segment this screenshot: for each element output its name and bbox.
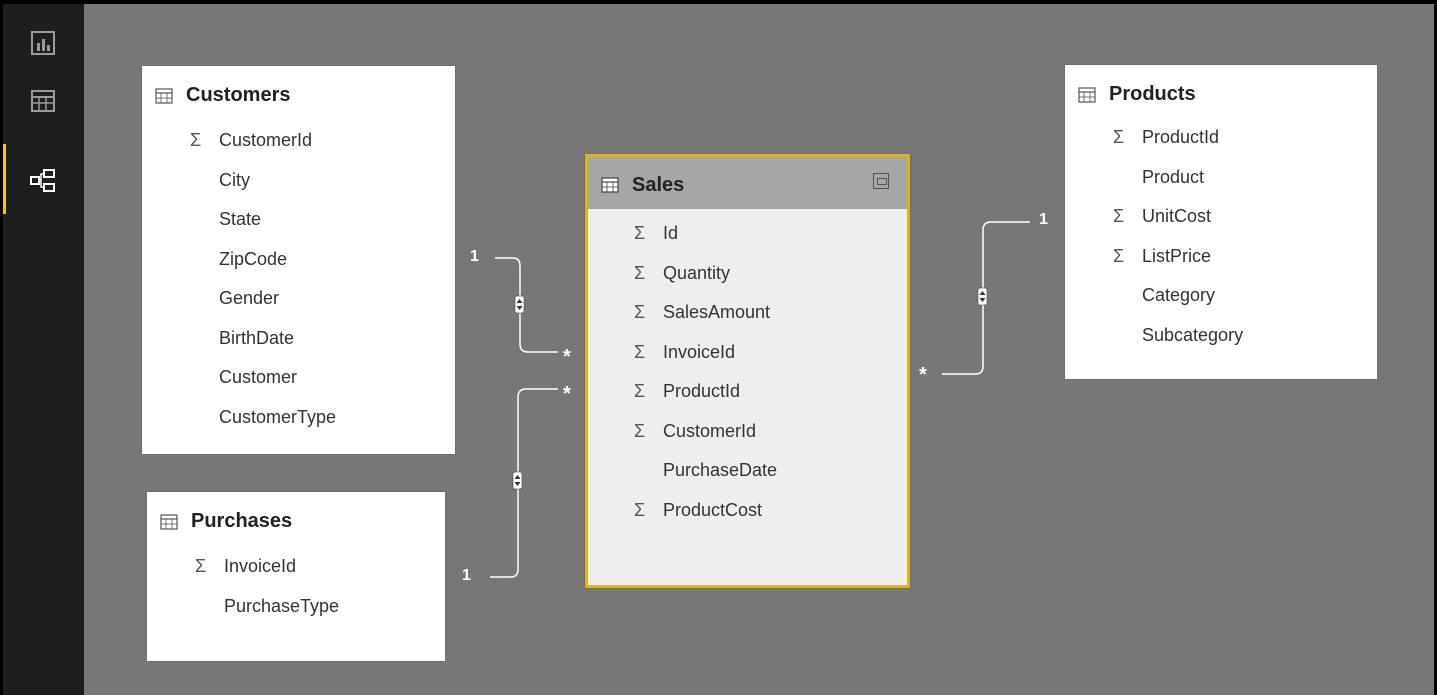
table-header[interactable]: Customers (142, 66, 455, 122)
table-icon (160, 514, 178, 530)
data-view-icon (31, 90, 55, 112)
sigma-icon: Σ (1113, 245, 1125, 266)
table-card-customers[interactable]: Customers Σ CustomerId City State ZipCode Gen… (142, 66, 455, 454)
sigma-icon: Σ (634, 341, 646, 362)
field-category[interactable]: Category (1142, 285, 1215, 306)
field-customerid[interactable]: CustomerId (663, 421, 756, 442)
field-birthdate[interactable]: BirthDate (219, 328, 294, 349)
sigma-icon: Σ (634, 223, 646, 243)
report-view-button[interactable] (3, 14, 84, 72)
field-zipcode[interactable]: ZipCode (219, 249, 287, 270)
table-header[interactable]: Purchases (147, 492, 445, 548)
field-salesamount[interactable]: SalesAmount (663, 302, 770, 323)
field-state[interactable]: State (219, 209, 261, 230)
field-subcategory[interactable]: Subcategory (1142, 325, 1243, 346)
view-sidebar (3, 4, 84, 695)
relationship-many-label: * (563, 346, 571, 368)
field-customertype[interactable]: CustomerType (219, 407, 336, 428)
table-title: Sales (632, 174, 685, 196)
field-customerid[interactable]: CustomerId (219, 130, 312, 151)
table-card-sales[interactable]: Sales Σ Id Σ Quantity Σ SalesAmount Σ InvoiceId… (585, 154, 910, 588)
field-invoiceid[interactable]: InvoiceId (663, 342, 735, 363)
sigma-icon: Σ (634, 381, 646, 401)
relationships-view-icon (30, 169, 55, 192)
sigma-icon: Σ (634, 420, 646, 441)
field-purchasetype[interactable]: PurchaseType (224, 596, 339, 617)
relationship-one-label: 1 (470, 248, 479, 265)
table-icon (601, 177, 619, 193)
maximize-icon[interactable] (873, 173, 889, 189)
field-id[interactable]: Id (663, 223, 678, 244)
field-customer[interactable]: Customer (219, 367, 297, 388)
sigma-icon: Σ (634, 262, 646, 283)
field-productcost[interactable]: ProductCost (663, 500, 762, 521)
relationship-one-label: 1 (1039, 211, 1048, 228)
sigma-icon: Σ (195, 556, 207, 576)
table-header[interactable]: Sales (588, 157, 907, 209)
table-icon (1078, 87, 1096, 103)
sigma-icon: Σ (1113, 206, 1125, 226)
field-product[interactable]: Product (1142, 167, 1204, 188)
field-purchasedate[interactable]: PurchaseDate (663, 460, 777, 481)
field-city[interactable]: City (219, 170, 250, 191)
relationship-many-label: * (563, 383, 571, 405)
field-listprice[interactable]: ListPrice (1142, 246, 1211, 267)
table-title: Products (1109, 83, 1196, 105)
table-icon (155, 88, 173, 104)
relationship-products-sales (942, 221, 1030, 375)
field-productid[interactable]: ProductId (663, 381, 740, 402)
table-title: Purchases (191, 510, 293, 532)
table-card-products[interactable]: Products Σ ProductId Product Σ UnitCost Σ List… (1065, 65, 1377, 379)
field-gender[interactable]: Gender (219, 288, 279, 309)
table-card-purchases[interactable]: Purchases Σ InvoiceId PurchaseType (147, 492, 445, 661)
report-view-icon (31, 31, 55, 55)
relationship-one-label: 1 (462, 567, 471, 584)
relationship-customers-sales (495, 257, 558, 353)
relationship-purchases-sales (490, 388, 558, 578)
field-quantity[interactable]: Quantity (663, 263, 730, 284)
sigma-icon: Σ (634, 302, 646, 322)
relationships-view-button[interactable] (3, 152, 84, 210)
field-unitcost[interactable]: UnitCost (1142, 206, 1211, 227)
field-invoiceid[interactable]: InvoiceId (224, 556, 296, 577)
sigma-icon: Σ (190, 130, 202, 150)
field-productid[interactable]: ProductId (1142, 127, 1219, 148)
table-header[interactable]: Products (1065, 65, 1377, 121)
sigma-icon: Σ (1113, 127, 1125, 147)
relationship-many-label: * (919, 364, 927, 386)
model-canvas[interactable]: 1 * 1 * 1 * Customers Σ CustomerId City Sta… (3, 4, 1434, 695)
table-title: Customers (186, 84, 291, 106)
sigma-icon: Σ (634, 499, 646, 520)
data-view-button[interactable] (3, 72, 84, 130)
